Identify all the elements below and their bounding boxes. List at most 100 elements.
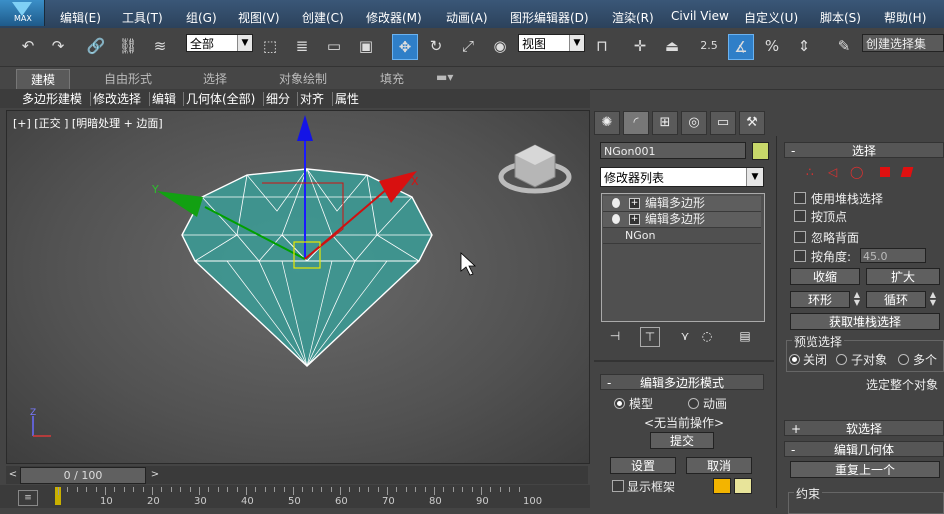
lightbulb-icon[interactable] bbox=[612, 198, 620, 208]
stack-item[interactable]: + 编辑多边形 bbox=[603, 196, 761, 212]
edge-icon[interactable]: ◁ bbox=[828, 165, 837, 179]
expand-icon[interactable]: + bbox=[629, 198, 640, 209]
cancel-button[interactable]: 取消 bbox=[686, 457, 752, 474]
named-selection-field[interactable]: 创建选择集 bbox=[862, 34, 944, 52]
angle-snap-icon[interactable]: ∡ bbox=[728, 34, 754, 60]
bind-spacewarp-icon[interactable]: ≋ bbox=[148, 34, 172, 58]
app-logo[interactable]: MAX bbox=[0, 0, 45, 26]
rect-selection-icon[interactable]: ▭ bbox=[322, 34, 346, 58]
window-crossing-icon[interactable]: ▣ bbox=[354, 34, 378, 58]
stack-item[interactable]: NGon bbox=[603, 228, 761, 244]
object-name-field[interactable]: NGon001 bbox=[600, 142, 746, 159]
ribbon-subitem[interactable]: 修改选择 bbox=[93, 90, 141, 107]
menu-item[interactable]: 组(G) bbox=[186, 9, 217, 26]
spinner-snap-icon[interactable]: ⇕ bbox=[792, 34, 816, 58]
redo-icon[interactable]: ↷ bbox=[46, 34, 70, 58]
ribbon-tab[interactable]: 选择 bbox=[203, 70, 227, 87]
rollout-selection[interactable]: - 选择 bbox=[784, 142, 944, 158]
unlink-icon[interactable]: ⛓ bbox=[116, 34, 140, 58]
stack-item[interactable]: + 编辑多边形 bbox=[603, 212, 761, 228]
track-bar-menu-icon[interactable]: ≡ bbox=[18, 490, 38, 506]
cage-selected-color-swatch[interactable] bbox=[734, 478, 752, 494]
show-cage-checkbox[interactable] bbox=[612, 480, 624, 492]
edit-named-selection-icon[interactable]: ✎ bbox=[832, 34, 856, 58]
preview-multi-radio[interactable] bbox=[898, 354, 909, 365]
pivot-center-icon[interactable]: ⊓ bbox=[590, 34, 614, 58]
radio-animate[interactable] bbox=[688, 398, 699, 409]
ribbon-subitem[interactable]: 几何体(全部) bbox=[186, 90, 255, 107]
ribbon-subitem[interactable]: 对齐 bbox=[300, 90, 324, 107]
ring-spinner-icon[interactable]: ▲ ▼ bbox=[852, 291, 862, 308]
hierarchy-tab-icon[interactable]: ⊞ bbox=[652, 111, 678, 135]
object-color-swatch[interactable] bbox=[752, 142, 769, 160]
ring-button[interactable]: 环形 bbox=[790, 291, 850, 308]
menu-item[interactable]: Civil View bbox=[671, 9, 729, 23]
keyboard-shortcut-icon[interactable]: ⏏ bbox=[660, 34, 684, 58]
undo-icon[interactable]: ↶ bbox=[16, 34, 40, 58]
grow-button[interactable]: 扩大 bbox=[866, 268, 940, 285]
border-icon[interactable]: ◯ bbox=[850, 165, 863, 179]
lightbulb-icon[interactable] bbox=[612, 214, 620, 224]
ribbon-tab[interactable]: 对象绘制 bbox=[279, 70, 327, 87]
rotate-icon[interactable]: ↻ bbox=[424, 34, 448, 58]
move-icon[interactable]: ✥ bbox=[392, 34, 418, 60]
viewport-front[interactable]: [+] [正交 ] [明暗处理 + 边面] Y X Z bbox=[6, 110, 590, 464]
utilities-tab-icon[interactable]: ⚒ bbox=[739, 111, 765, 135]
element-icon[interactable] bbox=[900, 167, 914, 177]
select-manipulate-icon[interactable]: ✛ bbox=[628, 34, 652, 58]
time-slider[interactable]: < 0 / 100 > bbox=[6, 466, 588, 484]
menu-item[interactable]: 修改器(M) bbox=[366, 9, 422, 26]
menu-item[interactable]: 编辑(E) bbox=[60, 9, 101, 26]
scale-icon[interactable]: ⤢ bbox=[456, 34, 480, 58]
display-tab-icon[interactable]: ▭ bbox=[710, 111, 736, 135]
preview-off-radio[interactable] bbox=[789, 354, 800, 365]
preview-subobject-radio[interactable] bbox=[836, 354, 847, 365]
place-icon[interactable]: ◉ bbox=[488, 34, 512, 58]
select-by-name-icon[interactable]: ≣ bbox=[290, 34, 314, 58]
menu-item[interactable]: 渲染(R) bbox=[612, 9, 654, 26]
next-frame-icon[interactable]: > bbox=[148, 468, 162, 482]
ribbon-subitem[interactable]: 多边形建模 bbox=[22, 90, 82, 107]
settings-button[interactable]: 设置 bbox=[610, 457, 676, 474]
loop-spinner-icon[interactable]: ▲ ▼ bbox=[928, 291, 938, 308]
modify-tab-icon[interactable]: ◜ bbox=[623, 111, 649, 135]
motion-tab-icon[interactable]: ◎ bbox=[681, 111, 707, 135]
modifier-list-dropdown[interactable]: 修改器列表 ▼ bbox=[600, 167, 764, 187]
shrink-button[interactable]: 收缩 bbox=[790, 268, 860, 285]
menu-item[interactable]: 工具(T) bbox=[122, 9, 163, 26]
configure-sets-icon[interactable]: ▤ bbox=[736, 327, 754, 345]
reference-coord-dropdown[interactable]: 视图 ▼ bbox=[518, 34, 585, 52]
remove-modifier-icon[interactable]: ◌ bbox=[698, 327, 716, 345]
commit-button[interactable]: 提交 bbox=[650, 432, 714, 449]
percent-snap-icon[interactable]: % bbox=[760, 34, 784, 58]
show-end-result-icon[interactable]: ⊤ bbox=[640, 327, 660, 347]
repeat-last-button[interactable]: 重复上一个 bbox=[790, 461, 940, 478]
create-tab-icon[interactable]: ✺ bbox=[594, 111, 620, 135]
menu-item[interactable]: 脚本(S) bbox=[820, 9, 861, 26]
select-object-icon[interactable]: ⬚ bbox=[258, 34, 282, 58]
selection-filter-dropdown[interactable]: 全部 ▼ bbox=[186, 34, 253, 52]
expand-icon[interactable]: + bbox=[629, 214, 640, 225]
make-unique-icon[interactable]: ⋎ bbox=[676, 327, 694, 345]
use-stack-selection-checkbox[interactable] bbox=[794, 192, 806, 204]
rollout-soft-selection[interactable]: + 软选择 bbox=[784, 420, 944, 436]
polygon-icon[interactable] bbox=[880, 167, 890, 177]
viewcube[interactable] bbox=[498, 144, 572, 194]
prev-frame-icon[interactable]: < bbox=[6, 468, 20, 482]
ribbon-tab[interactable]: 填充 bbox=[380, 70, 404, 87]
ribbon-tab[interactable]: 建模 bbox=[16, 69, 71, 89]
rollout-edit-geometry[interactable]: - 编辑几何体 bbox=[784, 441, 944, 457]
get-stack-selection-button[interactable]: 获取堆栈选择 bbox=[790, 313, 940, 330]
loop-button[interactable]: 循环 bbox=[866, 291, 926, 308]
ribbon-subitem[interactable]: 编辑 bbox=[152, 90, 176, 107]
menu-item[interactable]: 视图(V) bbox=[238, 9, 280, 26]
menu-item[interactable]: 创建(C) bbox=[302, 9, 344, 26]
link-icon[interactable]: 🔗 bbox=[84, 34, 108, 58]
track-bar[interactable]: ≡ 10 20 30 40 50 60 70 80 90 100 bbox=[0, 485, 590, 508]
menu-item[interactable]: 帮助(H) bbox=[884, 9, 926, 26]
angle-spinner[interactable]: 45.0 bbox=[860, 248, 926, 263]
pin-stack-icon[interactable]: ⊣ bbox=[606, 327, 624, 345]
time-slider-thumb[interactable]: 0 / 100 bbox=[20, 467, 146, 484]
rollout-edit-poly-mode[interactable]: - 编辑多边形模式 bbox=[600, 374, 764, 390]
menu-item[interactable]: 图形编辑器(D) bbox=[510, 9, 589, 26]
